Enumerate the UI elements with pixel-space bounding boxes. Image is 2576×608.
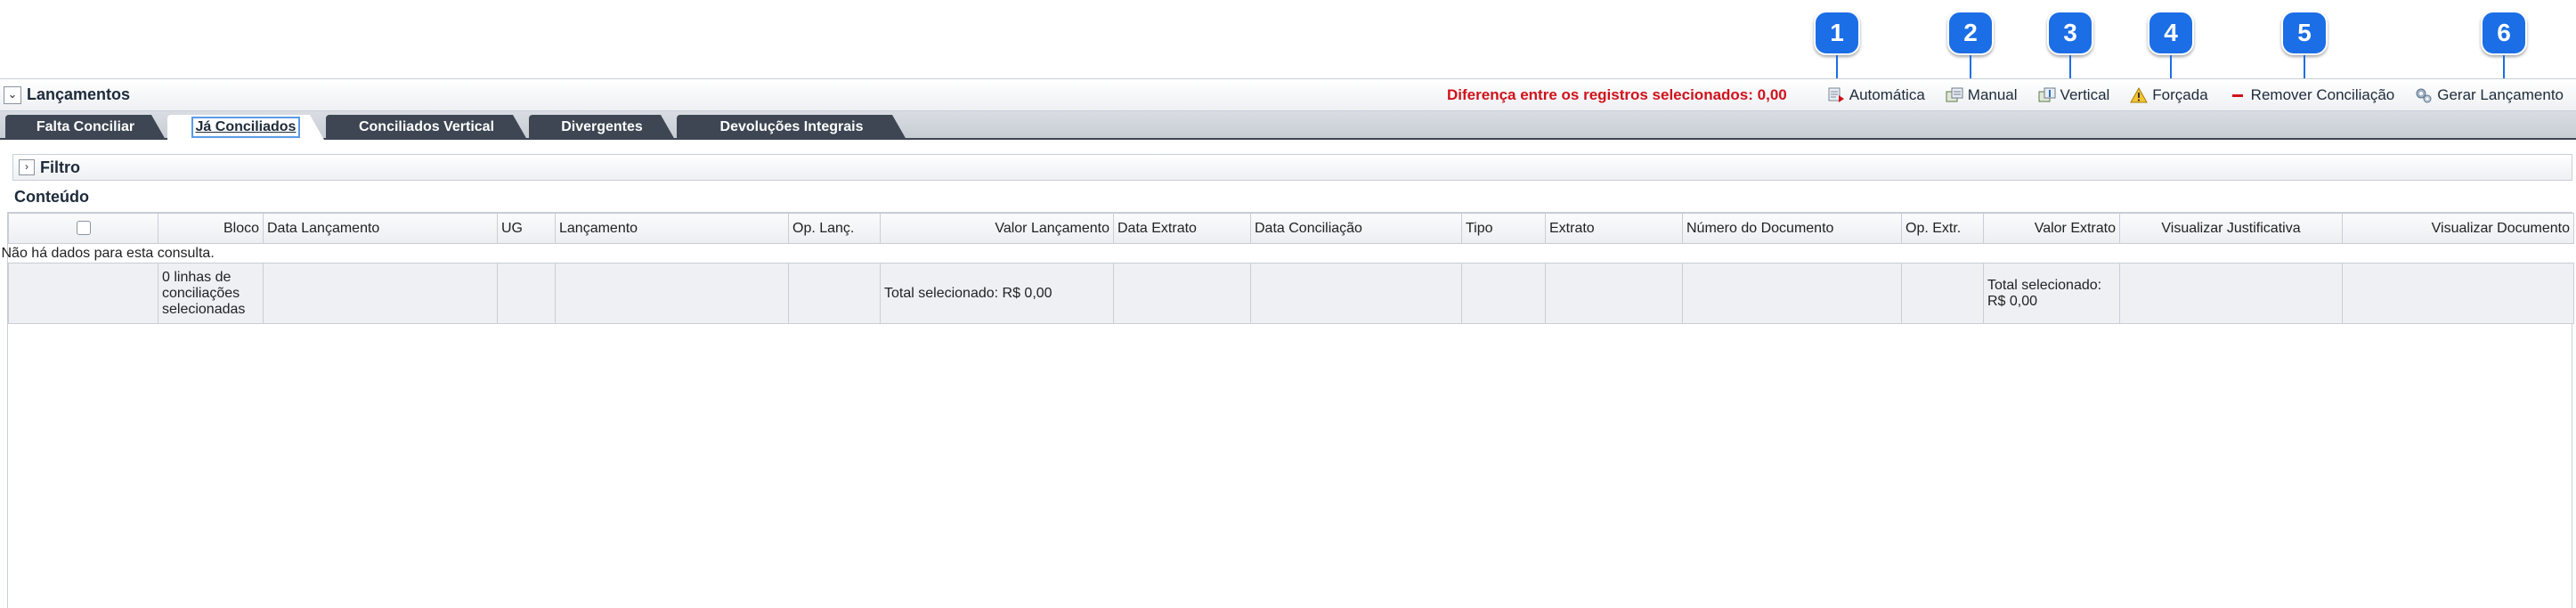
- column-header[interactable]: Valor Lançamento: [880, 213, 1114, 244]
- select-all-header: [8, 213, 158, 244]
- callout-2: 2: [1947, 11, 1994, 89]
- total-lancamento-summary: Total selecionado: R$ 0,00: [880, 263, 1114, 324]
- action-toolbar: Diferença entre os registros selecionado…: [1447, 79, 2564, 111]
- column-header[interactable]: UG: [497, 213, 556, 244]
- filter-label: Filtro: [40, 158, 80, 176]
- vertical-reconcile-icon: [2037, 86, 2057, 104]
- column-header[interactable]: Extrato: [1545, 213, 1683, 244]
- gerar-lancamento-button[interactable]: Gerar Lançamento: [2414, 86, 2564, 104]
- forcada-button[interactable]: Forçada: [2129, 86, 2208, 104]
- panel-header: ⌄ Lançamentos Diferença entre os registr…: [0, 79, 2576, 111]
- callout-6: 6: [2481, 11, 2527, 89]
- column-header[interactable]: Visualizar Documento: [2342, 213, 2574, 244]
- tab-divergentes[interactable]: Divergentes: [529, 115, 675, 140]
- automatica-button[interactable]: Automática: [1826, 86, 1925, 104]
- tab-falta-conciliar[interactable]: Falta Conciliar: [5, 115, 166, 140]
- summary-row: 0 linhas de conciliações selecionadas To…: [8, 263, 2574, 324]
- lancamentos-panel: ⌄ Lançamentos Diferença entre os registr…: [0, 78, 2576, 608]
- column-header[interactable]: Op. Extr.: [1901, 213, 1984, 244]
- collapse-panel-toggle[interactable]: ⌄: [4, 85, 21, 104]
- remover-conciliacao-label: Remover Conciliação: [2250, 86, 2395, 103]
- gerar-lancamento-label: Gerar Lançamento: [2437, 86, 2564, 103]
- column-header[interactable]: Número do Documento: [1682, 213, 1902, 244]
- total-extrato-summary: Total selecionado: R$ 0,00: [1983, 263, 2120, 324]
- column-header[interactable]: Tipo: [1461, 213, 1546, 244]
- filter-section[interactable]: › Filtro: [12, 154, 2572, 181]
- tab-conciliados-vertical[interactable]: Conciliados Vertical: [326, 115, 527, 140]
- select-all-checkbox[interactable]: [76, 221, 91, 236]
- vertical-button[interactable]: Vertical: [2037, 86, 2110, 104]
- difference-text: Diferença entre os registros selecionado…: [1447, 86, 1787, 103]
- vertical-label: Vertical: [2060, 86, 2110, 103]
- gears-icon: [2414, 86, 2434, 104]
- manual-button[interactable]: Manual: [1945, 86, 2018, 104]
- forcada-label: Forçada: [2152, 86, 2208, 103]
- panel-title: Lançamentos: [27, 85, 131, 103]
- automatica-label: Automática: [1849, 86, 1925, 103]
- tab-ja-conciliados[interactable]: Já Conciliados: [167, 115, 324, 140]
- empty-row: Não há dados para esta consulta.: [2, 243, 2574, 263]
- rows-selected-summary: 0 linhas de conciliações selecionadas: [158, 263, 264, 324]
- manual-label: Manual: [1967, 86, 2018, 103]
- callout-3: 3: [2047, 11, 2093, 89]
- remover-conciliacao-button[interactable]: Remover Conciliação: [2228, 86, 2395, 104]
- column-header[interactable]: Data Lançamento: [263, 213, 498, 244]
- warning-icon: [2129, 86, 2149, 104]
- tab-devolucoes-integrais[interactable]: Devoluções Integrais: [677, 115, 906, 140]
- callout-1: 1: [1814, 11, 1860, 89]
- content-title: Conteúdo: [7, 182, 2572, 213]
- expand-filter-toggle[interactable]: ›: [19, 159, 35, 175]
- column-header[interactable]: Bloco: [158, 213, 264, 244]
- callout-5: 5: [2281, 11, 2328, 89]
- column-header[interactable]: Data Conciliação: [1250, 213, 1462, 244]
- tabs-bar: Falta Conciliar Já Conciliados Conciliad…: [0, 111, 2576, 140]
- column-header[interactable]: Data Extrato: [1113, 213, 1251, 244]
- remove-icon: [2228, 86, 2247, 104]
- callout-4: 4: [2148, 11, 2194, 89]
- results-table: Bloco Data Lançamento UG Lançamento Op. …: [2, 213, 2574, 324]
- results-grid: Bloco Data Lançamento UG Lançamento Op. …: [2, 213, 2574, 608]
- column-header[interactable]: Visualizar Justificativa: [2119, 213, 2343, 244]
- table-header-row: Bloco Data Lançamento UG Lançamento Op. …: [8, 213, 2574, 244]
- column-header[interactable]: Lançamento: [555, 213, 789, 244]
- empty-message: Não há dados para esta consulta.: [1, 246, 215, 261]
- automatic-reconcile-icon: [1826, 86, 1846, 104]
- column-header[interactable]: Op. Lanç.: [788, 213, 881, 244]
- column-header[interactable]: Valor Extrato: [1983, 213, 2120, 244]
- callout-layer: 1 2 3 4 5 6: [0, 0, 2576, 89]
- manual-reconcile-icon: [1945, 86, 1964, 104]
